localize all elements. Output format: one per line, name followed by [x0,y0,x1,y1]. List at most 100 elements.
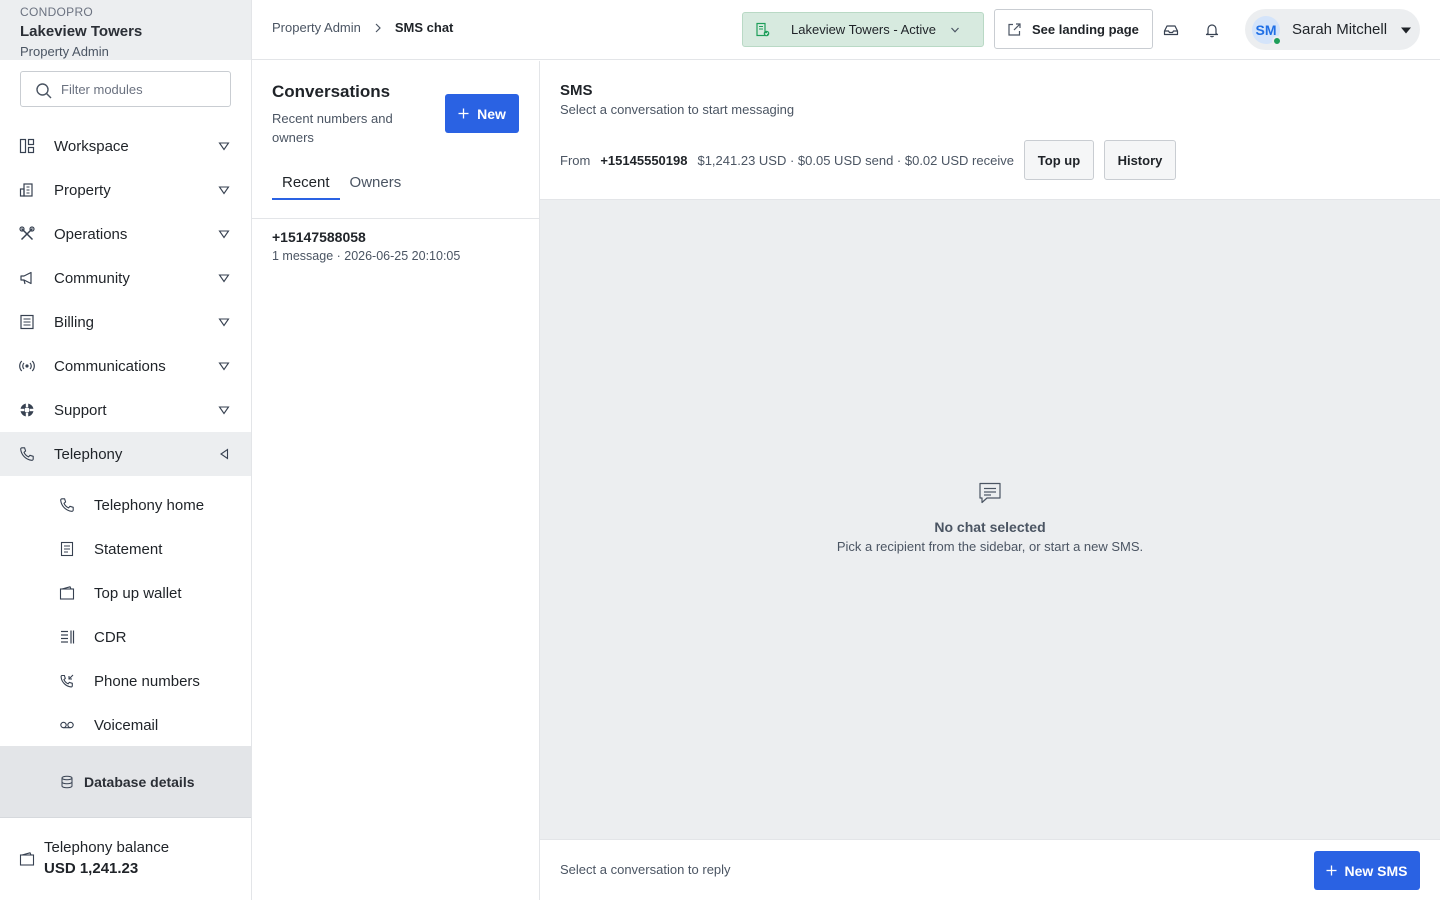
new-sms-button[interactable]: New SMS [1314,851,1420,890]
breadcrumb-current: SMS chat [394,20,454,35]
nav-item-label: Support [54,401,107,419]
breadcrumb-property-admin[interactable]: Property Admin [272,20,361,35]
database-icon [61,775,73,788]
broadcast-icon [19,360,35,372]
phone-icon [60,498,74,512]
conversation-number: +15147588058 [272,229,366,245]
telephony-subnav: Telephony home Statement Top up wallet C… [0,483,251,747]
sub-item-telephony-home[interactable]: Telephony home [0,483,251,527]
nav-item-support[interactable]: Support [0,388,251,432]
sub-item-top-up-wallet[interactable]: Top up wallet [0,571,251,615]
filter-modules-input[interactable] [61,81,211,97]
plus-icon [1326,865,1337,876]
tools-icon [19,226,35,241]
empty-state: No chat selected Pick a recipient from t… [540,480,1440,554]
plus-icon [458,108,469,119]
user-menu[interactable]: SM Sarah Mitchell [1245,9,1420,50]
filter-modules-field[interactable] [20,71,231,107]
database-details-label: Database details [84,773,195,790]
from-label: From [560,152,591,168]
statement-icon [60,541,74,557]
sub-item-label: Voicemail [94,716,159,734]
property-selector-label: Lakeview Towers - Active [791,22,936,37]
billing-icon [20,314,34,330]
property-selector[interactable]: Lakeview Towers - Active [742,12,984,47]
voicemail-icon [60,721,74,729]
breadcrumb: Property Admin SMS chat [272,20,453,35]
see-landing-page-button[interactable]: See landing page [994,9,1153,49]
caret-down-icon [218,142,230,151]
conversations-title: Conversations [272,82,391,101]
nav-item-billing[interactable]: Billing [0,300,251,344]
empty-state-description: Pick a recipient from the sidebar, or st… [836,539,1144,554]
conversation-meta: 1 message · 2026-06-25 20:10:05 [272,249,461,263]
avatar-initials: SM [1255,21,1277,38]
balance-label: Telephony balance [44,839,170,856]
top-up-button[interactable]: Top up [1023,140,1094,180]
user-name: Sarah Mitchell [1292,21,1388,38]
caret-down-icon [218,318,230,327]
building-icon [19,183,33,197]
main-nav: Workspace Property Operations Community … [0,124,251,476]
nav-item-label: Communications [54,357,166,375]
chevron-down-icon [951,27,959,33]
nav-item-label: Billing [54,313,95,331]
from-number: +15145550198 [600,152,688,168]
sub-item-label: Statement [94,540,163,558]
database-details-link[interactable]: Database details [0,746,251,818]
chevron-right-icon [375,23,381,32]
conversation-list-item[interactable]: +15147588058 1 message · 2026-06-25 20:1… [252,227,539,275]
org-name: CONDOPRO [20,5,94,19]
caret-left-icon [220,448,229,460]
sub-item-statement[interactable]: Statement [0,527,251,571]
sms-main: SMS Select a conversation to start messa… [540,61,1440,900]
nav-item-community[interactable]: Community [0,256,251,300]
wallet-icon [19,852,35,866]
nav-item-operations[interactable]: Operations [0,212,251,256]
nav-item-communications[interactable]: Communications [0,344,251,388]
history-button[interactable]: History [1103,140,1176,180]
sub-item-phone-numbers[interactable]: Phone numbers [0,659,251,703]
top-header: Property Admin SMS chat Lakeview Towers … [252,0,1440,60]
conversations-panel: Conversations Recent numbers and owners … [252,61,540,900]
property-name: Lakeview Towers [20,23,143,40]
sms-title: SMS [560,82,593,99]
reply-placeholder: Select a conversation to reply [560,862,731,877]
sub-item-label: Top up wallet [94,584,182,602]
caret-down-icon [218,362,230,371]
nav-item-label: Telephony [54,445,123,463]
brand-block: CONDOPRO Lakeview Towers Property Admin [0,0,251,60]
balance-text: Telephony balance USD 1,241.23 [44,838,169,880]
caret-down-icon [218,230,230,239]
workspace-icon [19,138,35,154]
tab-owners[interactable]: Owners [340,174,412,200]
sms-header: SMS Select a conversation to start messa… [540,61,1440,200]
nav-item-label: Operations [54,225,128,243]
see-landing-page-label: See landing page [1032,21,1139,37]
sub-item-cdr[interactable]: CDR [0,615,251,659]
cdr-icon [61,630,75,644]
conversation-tabs: Recent Owners [272,174,411,200]
new-sms-label: New SMS [1344,862,1408,879]
tabs-divider [252,218,539,219]
sms-from-row: From +15145550198 $1,241.23 USD · $0.05 … [560,140,1176,180]
conversations-subtitle: Recent numbers and owners [272,111,393,145]
caret-down-icon [1401,27,1412,33]
new-conversation-button[interactable]: New [445,94,519,133]
sub-item-label: Phone numbers [94,672,200,690]
sms-subtitle: Select a conversation to start messaging [560,102,795,117]
tab-recent[interactable]: Recent [272,174,340,200]
inbox-icon[interactable] [1163,22,1179,38]
sub-item-label: Telephony home [94,496,205,514]
nav-item-property[interactable]: Property [0,168,251,212]
nav-item-workspace[interactable]: Workspace [0,124,251,168]
sub-item-voicemail[interactable]: Voicemail [0,703,251,747]
wallet-icon [59,586,75,600]
nav-item-label: Property [54,181,111,199]
nav-item-telephony[interactable]: Telephony [0,432,251,476]
megaphone-icon [20,271,32,285]
chat-icon [979,482,1001,504]
new-conversation-label: New [477,105,506,122]
sms-rates: $1,241.23 USD · $0.05 USD send · $0.02 U… [697,152,1014,168]
bell-icon[interactable] [1204,22,1220,38]
